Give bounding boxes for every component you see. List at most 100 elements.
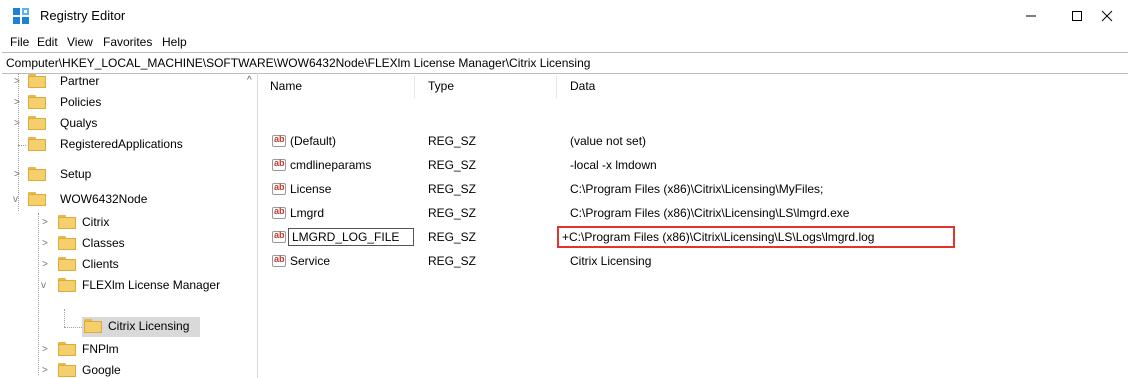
tree-item-flexlm-license-manager[interactable]: v FLEXlm License Manager: [2, 277, 242, 297]
tree-item-setup[interactable]: > Setup: [2, 166, 242, 186]
menu-file[interactable]: File: [10, 35, 29, 49]
chevron-right-icon[interactable]: >: [14, 76, 20, 87]
value-row[interactable]: ab Service REG_SZ Citrix Licensing: [268, 253, 1128, 274]
tree-item-label: Qualys: [60, 116, 98, 130]
column-header-data[interactable]: Data: [570, 79, 595, 93]
value-row[interactable]: ab Lmgrd REG_SZ C:\Program Files (x86)\C…: [268, 205, 1128, 226]
menu-bar: File Edit View Favorites Help: [0, 32, 1130, 52]
value-row[interactable]: ab cmdlineparams REG_SZ -local -x lmdown: [268, 157, 1128, 178]
tree-item-citrix-licensing[interactable]: Citrix Licensing: [2, 318, 242, 338]
chevron-down-icon[interactable]: v: [13, 194, 18, 205]
value-name: cmdlineparams: [290, 158, 372, 172]
tree-item-partner[interactable]: > Partner: [2, 73, 242, 93]
value-row-lmgrd-log-file[interactable]: ab LMGRD_LOG_FILE REG_SZ +C:\Program Fil…: [268, 226, 1128, 250]
value-type: REG_SZ: [428, 158, 477, 172]
tree-connector: [18, 145, 26, 146]
tree-item-fnplm[interactable]: > FNPlm: [2, 341, 242, 361]
folder-icon: [58, 257, 76, 271]
tree-item-qualys[interactable]: > Qualys: [2, 115, 242, 135]
tree-item-label: FLEXlm License Manager: [82, 278, 221, 292]
folder-icon: [58, 215, 76, 229]
address-path[interactable]: Computer\HKEY_LOCAL_MACHINE\SOFTWARE\WOW…: [6, 56, 590, 70]
tree-item-label: Partner: [60, 74, 100, 88]
minimize-icon: [1026, 15, 1036, 17]
title-bar: Registry Editor: [0, 0, 1130, 32]
close-icon: [1101, 10, 1113, 22]
folder-icon: [28, 167, 46, 181]
tree-item-label: Google: [82, 363, 121, 377]
tree-item-label: Citrix: [82, 215, 110, 229]
value-type: REG_SZ: [428, 254, 477, 268]
value-data: C:\Program Files (x86)\Citrix\Licensing\…: [570, 206, 850, 220]
folder-icon: [28, 192, 46, 206]
tree-item-wow6432node[interactable]: v WOW6432Node: [2, 191, 242, 211]
menu-edit[interactable]: Edit: [37, 35, 58, 49]
folder-icon: [28, 116, 46, 130]
values-list[interactable]: Name Type Data ab (Default) REG_SZ (valu…: [268, 73, 1128, 378]
folder-icon: [28, 137, 46, 151]
chevron-right-icon[interactable]: >: [14, 97, 20, 108]
folder-icon: [58, 363, 76, 377]
chevron-right-icon[interactable]: >: [42, 217, 48, 228]
tree-item-label: Policies: [60, 95, 102, 109]
registry-editor-icon: [13, 8, 29, 24]
column-separator[interactable]: [556, 76, 557, 98]
value-data: (value not set): [570, 134, 647, 148]
folder-icon: [28, 74, 46, 88]
value-type: REG_SZ: [428, 230, 477, 244]
value-row[interactable]: ab (Default) REG_SZ (value not set): [268, 133, 1128, 154]
maximize-icon: [1072, 11, 1082, 21]
folder-icon: [58, 342, 76, 356]
value-row[interactable]: ab License REG_SZ C:\Program Files (x86)…: [268, 181, 1128, 202]
chevron-down-icon[interactable]: v: [41, 280, 46, 291]
value-data: -local -x lmdown: [570, 158, 657, 172]
address-bar[interactable]: Computer\HKEY_LOCAL_MACHINE\SOFTWARE\WOW…: [2, 52, 1128, 74]
value-name: LMGRD_LOG_FILE: [292, 230, 400, 244]
tree-item-label: FNPlm: [82, 342, 119, 356]
chevron-right-icon[interactable]: >: [42, 365, 48, 376]
menu-favorites[interactable]: Favorites: [103, 35, 152, 49]
window-title: Registry Editor: [40, 8, 126, 23]
string-value-icon: ab: [272, 158, 286, 171]
value-type: REG_SZ: [428, 182, 477, 196]
tree-item-label: WOW6432Node: [60, 192, 148, 206]
key-tree[interactable]: ^ > Partner > Policies > Qualys Register…: [2, 73, 258, 378]
string-value-icon: ab: [272, 206, 286, 219]
chevron-right-icon[interactable]: >: [42, 259, 48, 270]
tree-item-policies[interactable]: > Policies: [2, 94, 242, 114]
column-header-type[interactable]: Type: [428, 79, 454, 93]
menu-view[interactable]: View: [67, 35, 93, 49]
tree-item-label: Setup: [60, 167, 92, 181]
value-name: License: [290, 182, 332, 196]
tree-item-label: RegisteredApplications: [60, 137, 183, 151]
chevron-right-icon[interactable]: >: [14, 169, 20, 180]
tree-item-google[interactable]: > Google: [2, 362, 242, 378]
string-value-icon: ab: [272, 134, 286, 147]
value-data: C:\Program Files (x86)\Citrix\Licensing\…: [570, 182, 824, 196]
folder-icon: [84, 319, 102, 333]
tree-item-label: Citrix Licensing: [108, 319, 190, 333]
folder-icon: [28, 95, 46, 109]
tree-item-clients[interactable]: > Clients: [2, 256, 242, 276]
column-separator[interactable]: [414, 76, 415, 98]
value-name: (Default): [290, 134, 337, 148]
value-name: Lmgrd: [290, 206, 325, 220]
tree-item-classes[interactable]: > Classes: [2, 235, 242, 255]
string-value-icon: ab: [272, 230, 286, 243]
value-name: Service: [290, 254, 331, 268]
column-header-name[interactable]: Name: [270, 79, 302, 93]
minimize-button[interactable]: [1008, 0, 1054, 32]
chevron-right-icon[interactable]: >: [42, 238, 48, 249]
value-type: REG_SZ: [428, 134, 477, 148]
tree-item-registeredapplications[interactable]: RegisteredApplications: [2, 136, 242, 156]
close-button[interactable]: [1084, 0, 1130, 32]
string-value-icon: ab: [272, 254, 286, 267]
scroll-up-icon[interactable]: ^: [247, 75, 252, 86]
chevron-right-icon[interactable]: >: [14, 118, 20, 129]
tree-item-citrix[interactable]: > Citrix: [2, 214, 242, 234]
value-data: Citrix Licensing: [570, 254, 652, 268]
chevron-right-icon[interactable]: >: [42, 344, 48, 355]
tree-item-label: Clients: [82, 257, 119, 271]
value-data: +C:\Program Files (x86)\Citrix\Licensing…: [562, 230, 875, 244]
menu-help[interactable]: Help: [162, 35, 187, 49]
